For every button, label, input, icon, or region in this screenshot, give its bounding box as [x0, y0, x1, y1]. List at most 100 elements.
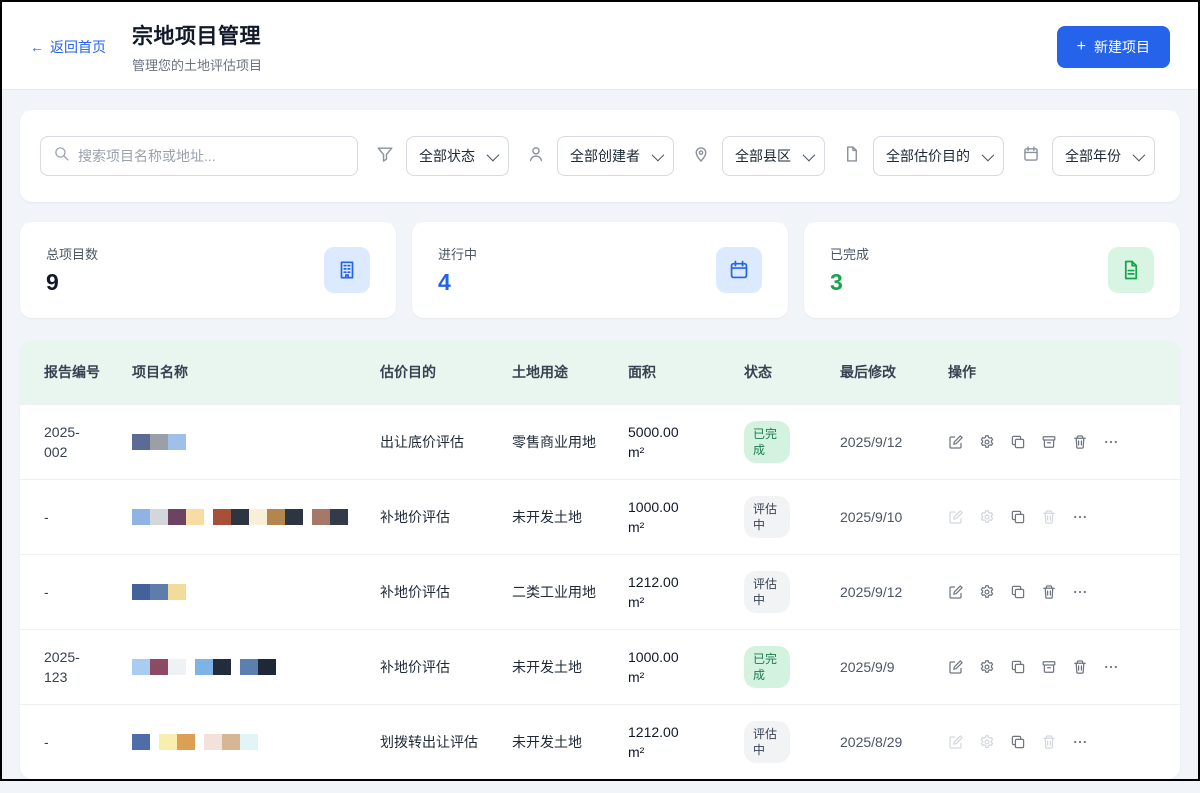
edit-action-button[interactable]	[948, 659, 964, 675]
stat-value: 9	[46, 269, 98, 296]
copy-action-button[interactable]	[1010, 434, 1026, 450]
filter-dropdown-1[interactable]: 全部状态	[406, 136, 509, 176]
trash-action-button[interactable]	[1072, 434, 1088, 450]
modified-date-cell: 2025/9/12	[840, 568, 948, 616]
area-unit: m²	[628, 742, 732, 762]
stat-value: 4	[438, 269, 477, 296]
calendar-icon	[1022, 145, 1040, 163]
back-home-link[interactable]: ← 返回首页	[30, 37, 106, 57]
name-block	[168, 434, 186, 450]
area-value: 5000.00	[628, 422, 732, 442]
column-header-2: 项目名称	[132, 350, 380, 394]
gear-action-button[interactable]	[979, 434, 995, 450]
stat-text: 进行中4	[438, 244, 477, 296]
gear-action-button[interactable]	[979, 584, 995, 600]
gear-action-button[interactable]	[979, 659, 995, 675]
document-icon	[843, 145, 861, 168]
filter-dropdown-label: 全部县区	[735, 146, 791, 166]
report-number-cell: -	[44, 493, 108, 541]
report-number-cell: 2025-002	[44, 408, 108, 477]
archive-icon	[1041, 659, 1057, 675]
area-unit: m²	[628, 667, 732, 687]
more-action-button[interactable]	[1072, 509, 1088, 525]
more-action-button[interactable]	[1072, 734, 1088, 750]
file-text-icon-wrapper	[1108, 247, 1154, 293]
stat-text: 已完成3	[830, 244, 869, 296]
filter-card: 全部状态 全部创建者 全部县区 全部估价目的 全部年份	[20, 110, 1180, 202]
table-header-row: 报告编号项目名称估价目的土地用途面积状态最后修改操作	[20, 340, 1180, 404]
gear-icon	[979, 509, 995, 525]
name-block	[213, 659, 231, 675]
edit-action-button[interactable]	[948, 584, 964, 600]
copy-action-button[interactable]	[1010, 509, 1026, 525]
gear-action-button	[979, 734, 995, 750]
name-block	[168, 584, 186, 600]
status-badge: 已完成	[744, 646, 790, 688]
column-header-6: 状态	[744, 350, 840, 394]
area-value: 1000.00	[628, 497, 732, 517]
redacted-project-name	[132, 509, 368, 525]
name-block	[240, 659, 258, 675]
column-header-3: 估价目的	[380, 350, 512, 394]
filter-dropdown-label: 全部估价目的	[886, 146, 970, 166]
filter-dropdown-2[interactable]: 全部创建者	[557, 136, 674, 176]
land-use-cell: 零售商业用地	[512, 418, 628, 466]
edit-icon	[948, 584, 964, 600]
stat-label: 总项目数	[46, 244, 98, 263]
copy-action-button[interactable]	[1010, 734, 1026, 750]
trash-action-button[interactable]	[1041, 584, 1057, 600]
name-block	[132, 584, 150, 600]
trash-action-button[interactable]	[1072, 659, 1088, 675]
purpose-cell: 划拨转出让评估	[380, 718, 512, 766]
building-icon	[336, 259, 358, 281]
filter-dropdown-3[interactable]: 全部县区	[722, 136, 825, 176]
status-cell: 已完成	[744, 632, 840, 702]
edit-icon	[948, 659, 964, 675]
filter-dropdown-5[interactable]: 全部年份	[1052, 136, 1155, 176]
table-body: 2025-002出让底价评估零售商业用地5000.00m²已完成2025/9/1…	[20, 404, 1180, 779]
copy-action-button[interactable]	[1010, 659, 1026, 675]
more-action-button[interactable]	[1103, 434, 1119, 450]
stat-card-1: 总项目数 9	[20, 222, 396, 318]
copy-action-button[interactable]	[1010, 584, 1026, 600]
new-project-button[interactable]: + 新建项目	[1057, 26, 1170, 68]
modified-date-cell: 2025/9/9	[840, 643, 948, 691]
gear-icon	[979, 434, 995, 450]
chevron-down-icon	[982, 148, 995, 161]
project-name-cell	[132, 495, 380, 539]
redacted-project-name	[132, 734, 368, 750]
project-name-cell	[132, 645, 380, 689]
stat-value: 3	[830, 269, 869, 296]
edit-action-button[interactable]	[948, 434, 964, 450]
actions-cell	[948, 570, 1180, 614]
name-block	[258, 659, 276, 675]
trash-icon	[1072, 659, 1088, 675]
name-block	[150, 584, 168, 600]
chevron-down-icon	[1133, 148, 1146, 161]
area-value: 1000.00	[628, 647, 732, 667]
archive-action-button[interactable]	[1041, 659, 1057, 675]
name-block	[132, 734, 150, 750]
name-block	[168, 659, 186, 675]
table-row: -补地价评估未开发土地1000.00m²评估中2025/9/10	[20, 479, 1180, 554]
user-icon	[527, 145, 545, 168]
archive-action-button[interactable]	[1041, 434, 1057, 450]
land-use-cell: 未开发土地	[512, 643, 628, 691]
more-action-button[interactable]	[1072, 584, 1088, 600]
projects-table: 报告编号项目名称估价目的土地用途面积状态最后修改操作 2025-002出让底价评…	[20, 340, 1180, 779]
more-icon	[1103, 659, 1119, 675]
stats-row: 总项目数 9 进行中4 已完成3	[20, 222, 1180, 318]
actions-cell	[948, 645, 1180, 689]
file-text-icon	[1120, 259, 1142, 281]
copy-icon	[1010, 509, 1026, 525]
area-unit: m²	[628, 592, 732, 612]
actions-cell	[948, 495, 1180, 539]
status-badge: 评估中	[744, 496, 790, 538]
search-input[interactable]	[78, 148, 345, 164]
filter-icon	[376, 145, 394, 168]
new-project-label: 新建项目	[1094, 37, 1150, 57]
name-block	[195, 659, 213, 675]
more-action-button[interactable]	[1103, 659, 1119, 675]
filter-dropdown-4[interactable]: 全部估价目的	[873, 136, 1004, 176]
name-block	[330, 509, 348, 525]
